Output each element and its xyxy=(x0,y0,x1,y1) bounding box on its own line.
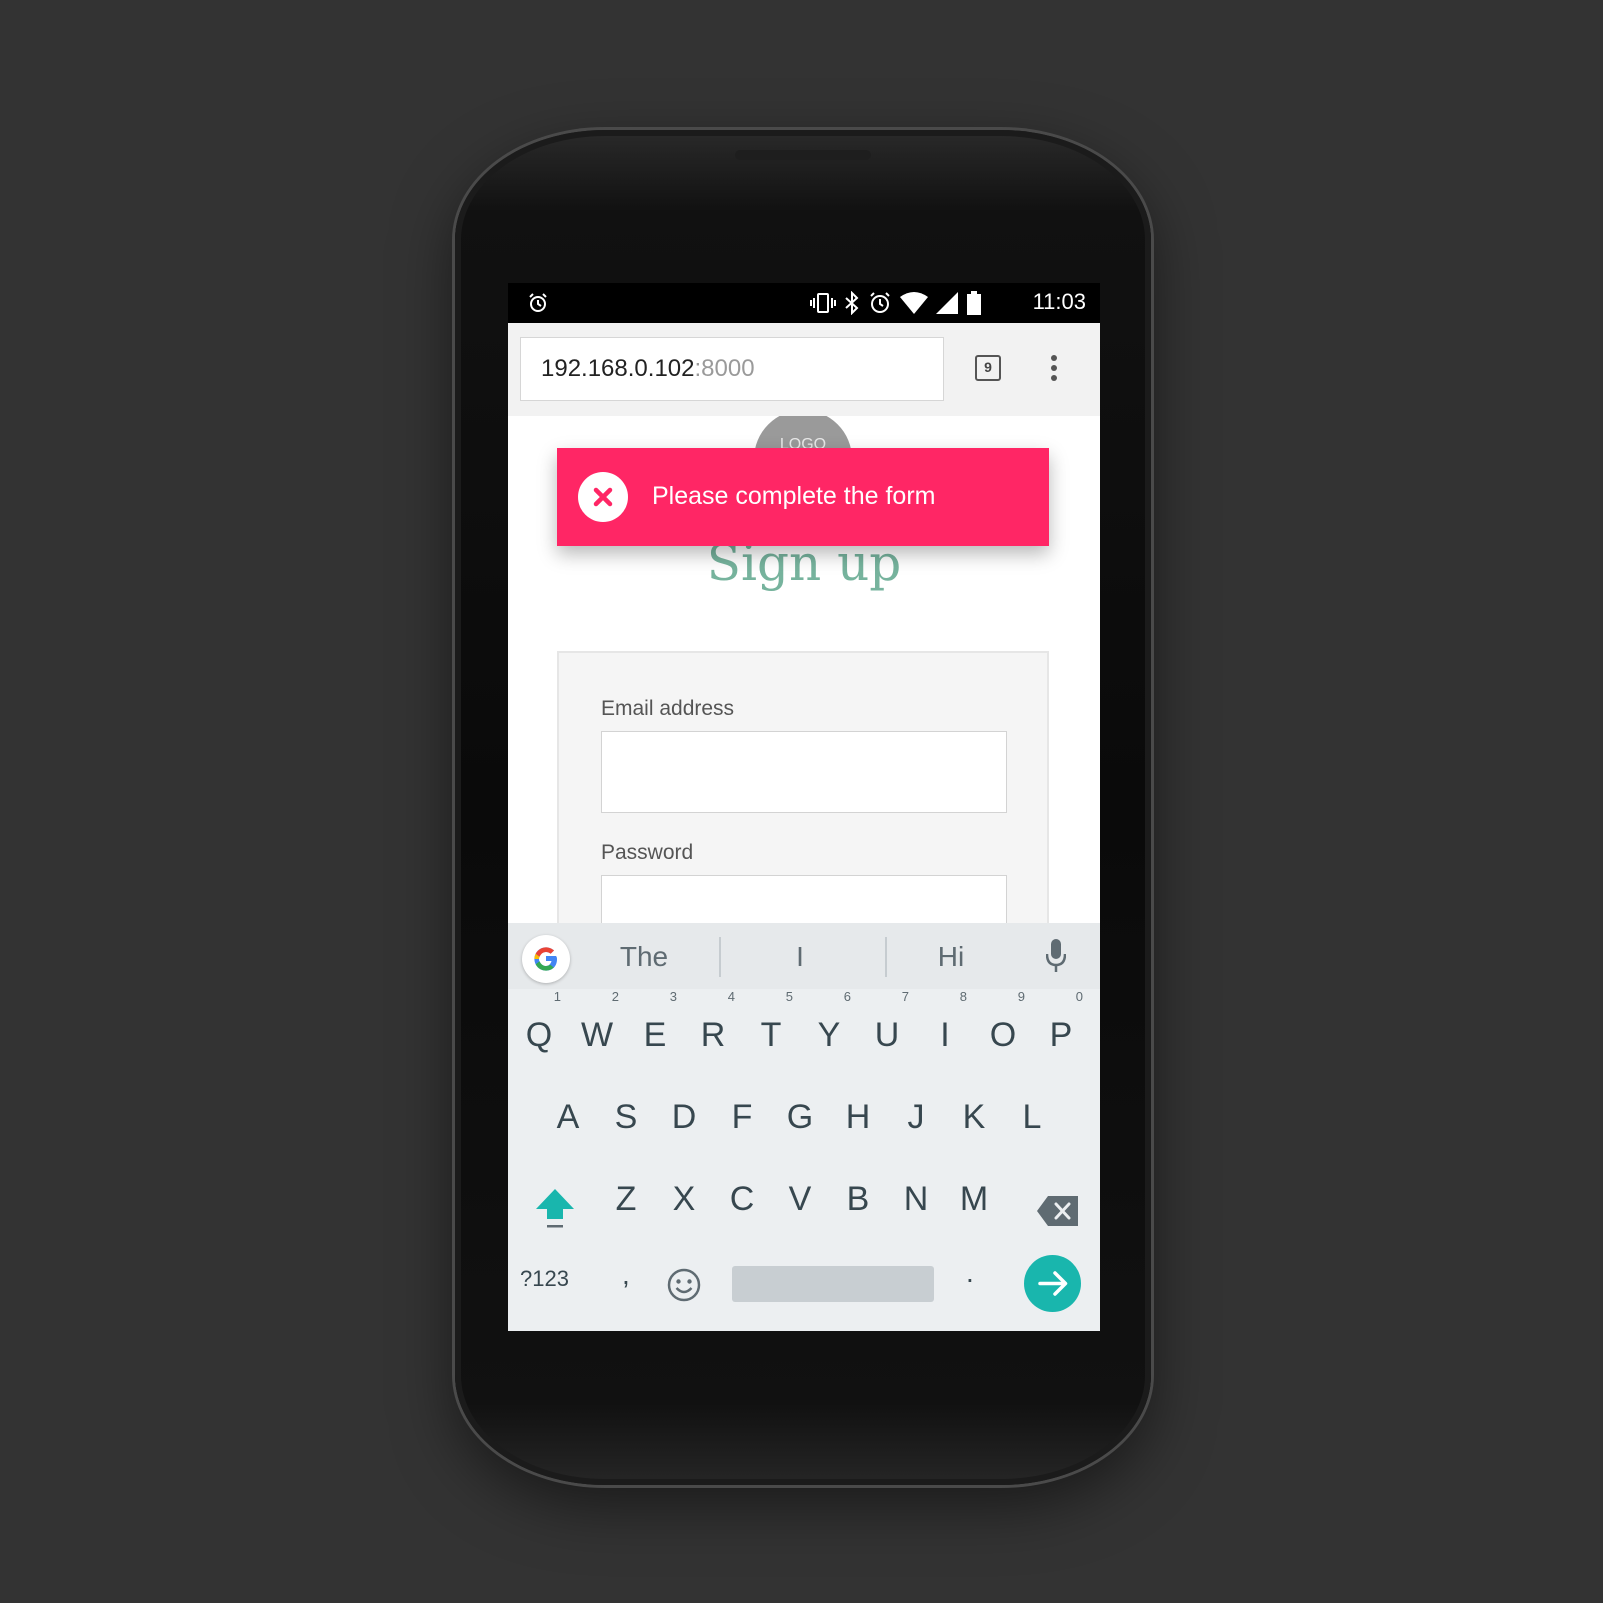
key-d[interactable]: D xyxy=(656,1077,712,1157)
close-circle-icon[interactable] xyxy=(578,472,628,522)
comma-key[interactable]: , xyxy=(622,1259,630,1291)
web-page: LOGO Sign up Email address Password Plea… xyxy=(508,416,1100,923)
key-k[interactable]: K xyxy=(946,1077,1002,1157)
key-r[interactable]: R4 xyxy=(685,989,741,1075)
password-field[interactable] xyxy=(601,875,1007,923)
key-h[interactable]: H xyxy=(830,1077,886,1157)
key-m[interactable]: M xyxy=(946,1159,1002,1239)
key-e[interactable]: E3 xyxy=(627,989,683,1075)
key-l[interactable]: L xyxy=(1004,1077,1060,1157)
key-j[interactable]: J xyxy=(888,1077,944,1157)
browser-toolbar: 192.168.0.102:8000 9 xyxy=(508,323,1100,417)
suggestion-1[interactable]: The xyxy=(604,941,684,973)
suggestion-divider xyxy=(885,937,887,977)
phone-screen: 11:03 192.168.0.102:8000 9 LOGO Sign up … xyxy=(508,283,1100,1331)
key-u[interactable]: U7 xyxy=(859,989,915,1075)
suggestion-3[interactable]: Hi xyxy=(921,941,981,973)
url-host: 192.168.0.102 xyxy=(541,355,695,382)
suggestion-divider xyxy=(719,937,721,977)
key-x[interactable]: X xyxy=(656,1159,712,1239)
key-v[interactable]: V xyxy=(772,1159,828,1239)
url-port: :8000 xyxy=(694,355,755,382)
vibrate-icon xyxy=(810,293,836,313)
shift-key[interactable] xyxy=(532,1185,578,1231)
backspace-icon[interactable] xyxy=(1036,1195,1080,1227)
symbols-key[interactable]: ?123 xyxy=(520,1266,569,1292)
alarm-icon xyxy=(870,292,890,313)
key-s[interactable]: S xyxy=(598,1077,654,1157)
key-n[interactable]: N xyxy=(888,1159,944,1239)
google-icon[interactable] xyxy=(522,935,570,983)
space-bar[interactable] xyxy=(732,1266,934,1302)
soft-keyboard: The I Hi Q1 W2 E3 R4 T5 Y6 U7 I8 O9 P0 A… xyxy=(508,923,1100,1331)
alarm-icon xyxy=(529,293,547,312)
key-a[interactable]: A xyxy=(540,1077,596,1157)
mic-icon[interactable] xyxy=(1046,939,1066,973)
earpiece-speaker xyxy=(735,150,871,160)
error-toast: Please complete the form xyxy=(557,448,1049,546)
period-key[interactable]: . xyxy=(966,1257,974,1289)
status-icons xyxy=(810,291,982,315)
bluetooth-icon xyxy=(845,291,859,315)
status-bar: 11:03 xyxy=(508,283,1100,323)
status-time: 11:03 xyxy=(1032,289,1086,314)
key-t[interactable]: T5 xyxy=(743,989,799,1075)
key-o[interactable]: O9 xyxy=(975,989,1031,1075)
emoji-icon[interactable] xyxy=(666,1267,702,1303)
enter-arrow-icon[interactable] xyxy=(1024,1255,1081,1312)
key-c[interactable]: C xyxy=(714,1159,770,1239)
key-f[interactable]: F xyxy=(714,1077,770,1157)
suggestion-2[interactable]: I xyxy=(770,941,830,973)
tab-switcher-button[interactable]: 9 xyxy=(975,355,1001,381)
overflow-menu-icon[interactable] xyxy=(1048,355,1060,385)
address-bar[interactable]: 192.168.0.102:8000 xyxy=(520,337,944,401)
key-i[interactable]: I8 xyxy=(917,989,973,1075)
wifi-icon xyxy=(900,292,928,314)
battery-icon xyxy=(967,291,981,315)
password-label: Password xyxy=(601,841,694,864)
key-w[interactable]: W2 xyxy=(569,989,625,1075)
signup-form: Email address Password xyxy=(557,651,1049,923)
key-g[interactable]: G xyxy=(772,1077,828,1157)
email-field[interactable] xyxy=(601,731,1007,813)
signal-icon xyxy=(936,292,958,314)
key-z[interactable]: Z xyxy=(598,1159,654,1239)
email-label: Email address xyxy=(601,697,735,720)
key-q[interactable]: Q1 xyxy=(511,989,567,1075)
suggestion-bar: The I Hi xyxy=(508,923,1100,989)
key-b[interactable]: B xyxy=(830,1159,886,1239)
toast-message: Please complete the form xyxy=(652,482,936,510)
key-y[interactable]: Y6 xyxy=(801,989,857,1075)
key-p[interactable]: P0 xyxy=(1033,989,1089,1075)
